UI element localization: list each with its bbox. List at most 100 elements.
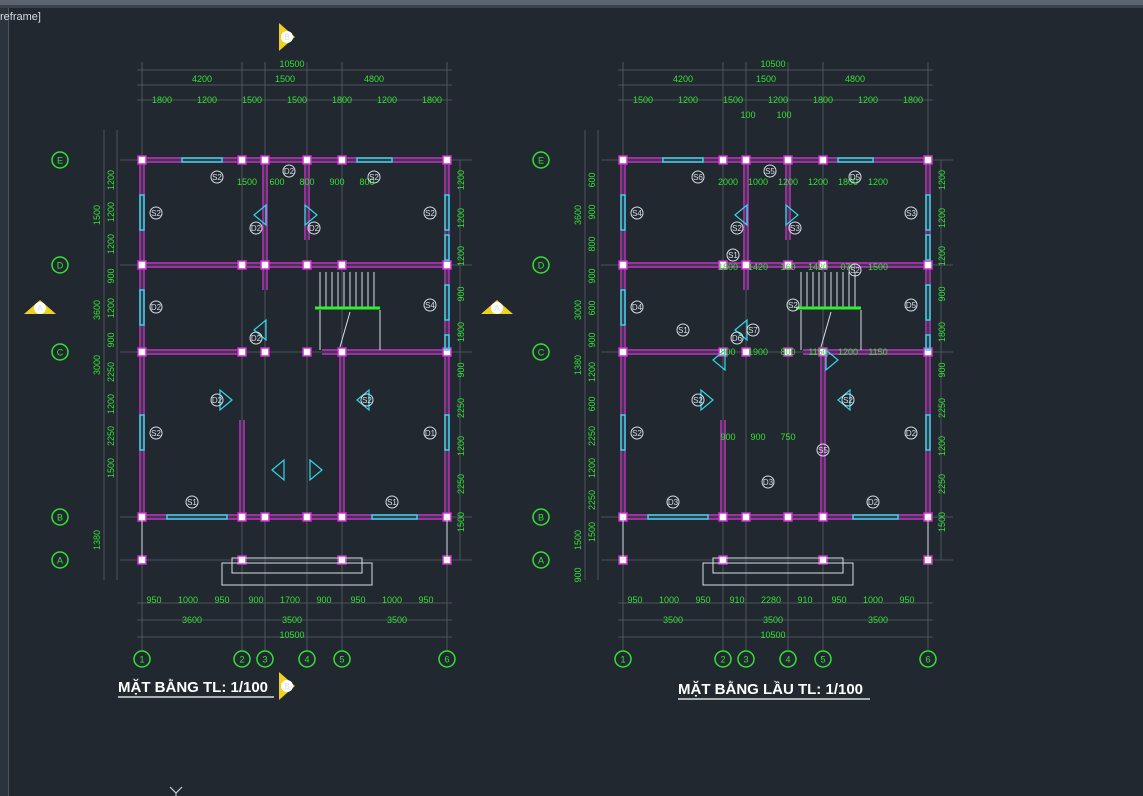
dim-right: 900 [937, 362, 947, 377]
column [302, 347, 312, 357]
dim-inner: 600 [269, 177, 284, 187]
dim-top-mid: 4800 [845, 74, 865, 84]
axis-label: 5 [820, 655, 825, 665]
tag-label: D5 [850, 173, 861, 182]
dim-left-inner: 900 [106, 332, 116, 347]
column [260, 155, 270, 165]
dim-bottom-mid: 3600 [182, 615, 202, 625]
tag-label: D2 [151, 303, 162, 312]
column [923, 347, 933, 357]
column [618, 260, 628, 270]
dim-right: 2250 [937, 398, 947, 418]
dim-bottom-inner: 1000 [863, 595, 883, 605]
axis-label: 3 [743, 655, 748, 665]
dim-top-total: 10500 [760, 59, 785, 69]
column [137, 155, 147, 165]
tag-label: S1 [678, 326, 688, 335]
cad-viewport[interactable]: reframe] 10500 4200 1500 4800 1800 1200 1500 15… [0, 0, 1143, 796]
tag-label: S2 [693, 396, 703, 405]
dim-inner: 1150 [808, 347, 827, 357]
tag-label: S2 [788, 301, 798, 310]
tag-label: S1 [728, 251, 738, 260]
tag-label: S2 [151, 429, 161, 438]
floor-plans-drawing[interactable]: 105004200 1500 48001800 1200 1500 1500 1800 120… [0, 0, 1143, 796]
dim-inner: 800 [299, 177, 314, 187]
tag-label: D2 [212, 396, 223, 405]
tag-label: D6 [732, 334, 743, 343]
dim-right: 1200 [456, 170, 466, 190]
dim-inner: 900 [750, 432, 765, 442]
dim-top-inner: 1500 [633, 95, 653, 105]
door-swing [271, 458, 285, 482]
dim-right: 1500 [456, 512, 466, 532]
stair-arrow [820, 311, 832, 348]
column [337, 347, 347, 357]
dim-left-inner: 1200 [106, 202, 116, 222]
tag-label: D3 [668, 498, 679, 507]
column [442, 260, 452, 270]
axis-label: 6 [925, 655, 930, 665]
column [260, 260, 270, 270]
dim-top-inner: 1500 [723, 95, 743, 105]
dim-bottom-inner: 900 [248, 595, 263, 605]
column [302, 260, 312, 270]
tag-label: S5 [765, 167, 775, 176]
dim-right: 900 [937, 286, 947, 301]
tag-label: D2 [284, 167, 295, 176]
dim-inner: 1500 [868, 262, 888, 272]
dim-left-outer: 3600 [573, 205, 583, 225]
dim-left-inner: 1200 [106, 234, 116, 254]
dim-bottom-inner: 1700 [280, 595, 300, 605]
section-marker-label: A [494, 304, 500, 313]
dim-left-outer: 1380 [92, 530, 102, 550]
tag-label: D2 [868, 498, 879, 507]
column [718, 512, 728, 522]
column [302, 512, 312, 522]
tag-label: D2 [251, 224, 262, 233]
dim-inner: 750 [780, 432, 795, 442]
dim-left-outer: 3000 [573, 300, 583, 320]
dim-right: 1200 [937, 246, 947, 266]
dim-inner: 1420 [808, 262, 828, 272]
dim-inner: 1500 [237, 177, 257, 187]
column [237, 155, 247, 165]
section-marker-label: A [37, 304, 43, 313]
title-ground-floor: MẶT BẰNG TL: 1/100 [118, 678, 268, 696]
dim-left-inner: 2250 [587, 426, 597, 446]
tag-label: S2 [151, 209, 161, 218]
dim-left-inner: 900 [587, 204, 597, 219]
dim-top-inner: 1800 [152, 95, 172, 105]
dim-left-outer: 1380 [573, 355, 583, 375]
dim-inner: 1200 [808, 177, 828, 187]
section-marker-label: B [284, 33, 289, 42]
tag-label: D1 [425, 429, 436, 438]
tag-label: S4 [632, 209, 642, 218]
dim-bottom-inner: 1000 [178, 595, 198, 605]
column [783, 155, 793, 165]
column [923, 155, 933, 165]
dim-top-inner: 1200 [377, 95, 397, 105]
dim-top-total: 10500 [279, 59, 304, 69]
tag-label: D4 [632, 303, 643, 312]
tag-label: S2 [843, 396, 853, 405]
dim-bottom-inner: 950 [831, 595, 846, 605]
dim-inner: 1200 [868, 177, 888, 187]
dim-bottom-inner: 950 [350, 595, 365, 605]
dim-bottom-inner: 950 [899, 595, 914, 605]
tag-label: S7 [748, 326, 758, 335]
dim-inner: 2000 [718, 177, 738, 187]
axis-label: E [538, 156, 544, 166]
column [137, 260, 147, 270]
tag-label: D5 [906, 301, 917, 310]
column [442, 347, 452, 357]
dim-bottom-inner: 950 [146, 595, 161, 605]
dim-top-mid: 1500 [275, 74, 295, 84]
dim-inner: 1420 [748, 262, 768, 272]
dim-left-inner: 2250 [106, 426, 116, 446]
tag-label: D2 [906, 429, 917, 438]
dim-bottom-inner: 950 [214, 595, 229, 605]
dim-right: 1200 [456, 436, 466, 456]
axis-label: C [538, 348, 545, 358]
column [618, 155, 628, 165]
axis-label: 5 [339, 655, 344, 665]
